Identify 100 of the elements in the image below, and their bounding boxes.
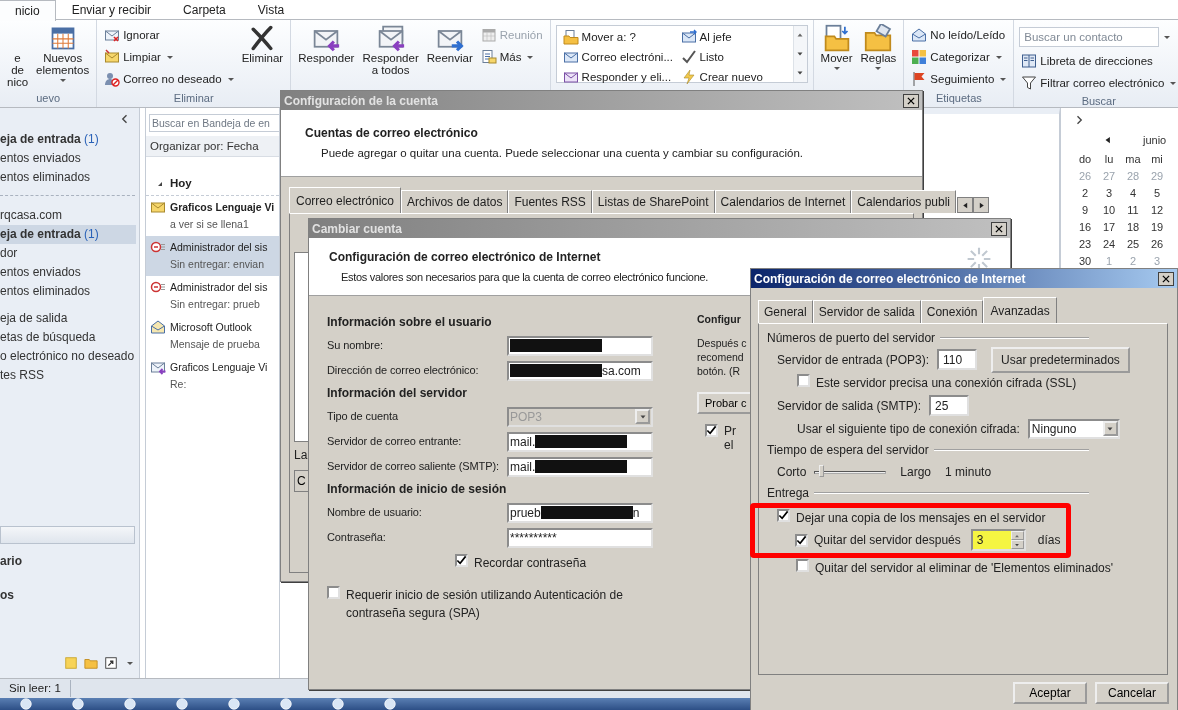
input-field[interactable]: prueb n [507, 502, 653, 523]
close-button[interactable] [991, 221, 1007, 236]
tab[interactable]: Avanzadas [983, 297, 1057, 323]
calendar-day[interactable]: 2 [1073, 184, 1097, 202]
ribbon-button[interactable]: Filtrar correo electrónico [1019, 73, 1178, 93]
app-icon[interactable] [176, 698, 188, 710]
nav-button[interactable]: ario [0, 544, 136, 578]
input-field[interactable] [507, 335, 653, 356]
app-icon[interactable] [332, 698, 344, 710]
dialog-button[interactable]: C [294, 470, 309, 492]
ribbon-button[interactable]: Reglas [858, 23, 899, 71]
tab[interactable]: Conexión [920, 300, 984, 323]
encryption-select[interactable]: Ninguno [1027, 418, 1120, 439]
expand-button[interactable] [793, 63, 807, 82]
slider-track[interactable] [814, 470, 887, 474]
folder-item[interactable]: entos eliminados [0, 168, 136, 187]
calendar-day[interactable]: 23 [1073, 235, 1097, 253]
quick-step[interactable]: Listo [678, 47, 789, 67]
checkbox[interactable] [455, 554, 468, 567]
ribbon-button[interactable]: e de nico [5, 23, 31, 89]
checkbox[interactable] [796, 559, 809, 572]
nav-button[interactable]: os [0, 578, 136, 612]
quick-step[interactable]: Crear nuevo [678, 67, 789, 87]
dialog-button[interactable]: Cancelar [1095, 682, 1169, 704]
calendar-day[interactable]: 26 [1145, 235, 1169, 253]
message-item[interactable]: Administrador del sis Sin entregar: envian [146, 236, 279, 277]
tab[interactable]: Servidor de salida [812, 300, 921, 323]
close-button[interactable] [903, 93, 919, 108]
ribbon-button[interactable]: Nuevos elementos [34, 23, 92, 83]
close-button[interactable] [1158, 271, 1174, 286]
ribbon-tab[interactable]: Carpeta [167, 0, 242, 19]
ribbon-button[interactable]: Ignorar [102, 25, 236, 45]
app-icon[interactable] [280, 698, 292, 710]
tab[interactable]: Listas de SharePoint [591, 190, 715, 213]
port-field[interactable]: 25 [929, 395, 970, 416]
message-item[interactable]: Administrador del sis Sin entregar: prueb [146, 276, 279, 317]
ribbon-tab[interactable]: nicio [0, 0, 56, 21]
message-item[interactable]: Microsoft Outlook Mensaje de prueba [146, 316, 279, 357]
tab[interactable]: Fuentes RSS [508, 190, 592, 213]
contact-search-field[interactable]: Buscar un contacto [1019, 27, 1160, 47]
app-icon[interactable] [20, 698, 32, 710]
search-field[interactable]: Buscar en Bandeja de en [149, 114, 280, 132]
folder-item[interactable]: eja de entrada (1) [0, 130, 136, 149]
checkbox[interactable] [327, 586, 340, 599]
ribbon-button[interactable]: Mover [818, 23, 855, 71]
app-icon[interactable] [124, 698, 136, 710]
folder-item[interactable]: dor [0, 244, 136, 263]
defaults-button[interactable]: Usar predeterminados [991, 346, 1130, 373]
calendar-day[interactable]: 24 [1097, 235, 1121, 253]
folder-item[interactable]: o electrónico no deseado [0, 347, 136, 366]
calendar-day[interactable]: 9 [1073, 201, 1097, 219]
calendar-day[interactable]: 18 [1121, 218, 1145, 236]
ribbon-button[interactable]: Categorizar [909, 47, 1009, 67]
calendar-day[interactable]: 10 [1097, 201, 1121, 219]
checkbox[interactable] [795, 533, 808, 547]
ribbon-button[interactable]: Libreta de direcciones [1019, 51, 1178, 71]
folder-item[interactable]: eja de entrada (1) [0, 225, 136, 244]
calendar-day[interactable]: 17 [1097, 218, 1121, 236]
app-icon[interactable] [72, 698, 84, 710]
checkbox[interactable] [797, 374, 810, 387]
account-item[interactable]: rqcasa.com [0, 206, 136, 225]
quick-step[interactable]: Correo electróni... [560, 47, 671, 67]
calendar-day[interactable]: 30 [1073, 252, 1097, 270]
calendar-day[interactable]: 3 [1097, 184, 1121, 202]
slider-thumb[interactable] [818, 464, 824, 477]
dialog-button[interactable]: Aceptar [1013, 682, 1087, 704]
ribbon-button[interactable]: Eliminar [239, 23, 286, 65]
app-icon[interactable] [228, 698, 240, 710]
folder-item[interactable]: eja de salida [0, 309, 136, 328]
calendar-day[interactable]: 11 [1121, 201, 1145, 219]
input-field[interactable]: ********** [507, 527, 653, 548]
tab[interactable]: Calendarios publi [851, 190, 957, 213]
folder-item[interactable]: entos enviados [0, 149, 136, 168]
ribbon-button[interactable]: Correo no deseado [102, 69, 236, 89]
message-item[interactable]: Graficos Lenguaje Vi a ver si se llena1 [146, 196, 279, 237]
tab[interactable]: General [758, 300, 813, 323]
input-field[interactable]: sa.com [507, 360, 653, 381]
arrange-header[interactable]: Organizar por: Fecha [146, 136, 279, 157]
message-item[interactable]: Graficos Lenguaje Vi Re: [146, 356, 279, 397]
calendar-day[interactable]: 12 [1145, 201, 1169, 219]
ribbon-button[interactable]: Limpiar [102, 47, 236, 67]
calendar-day[interactable]: 5 [1145, 184, 1169, 202]
tab[interactable]: Correo electrónico [289, 187, 402, 213]
folder-item[interactable]: tes RSS [0, 366, 136, 385]
calendar-day[interactable]: 19 [1145, 218, 1169, 236]
input-field[interactable]: mail. [507, 456, 653, 477]
ribbon-button[interactable]: Seguimiento [909, 69, 1009, 89]
scroll-right-button[interactable] [973, 197, 990, 213]
checkbox[interactable] [705, 424, 718, 437]
calendar-day[interactable]: 4 [1121, 184, 1145, 202]
quick-step[interactable]: Al jefe [678, 27, 789, 47]
quick-step[interactable]: Responder y eli... [560, 67, 671, 87]
ribbon-tab[interactable]: Vista [241, 0, 301, 19]
ribbon-button[interactable]: No leído/Leído [909, 25, 1009, 45]
app-icon[interactable] [384, 698, 396, 710]
port-field[interactable]: 110 [937, 349, 978, 370]
number-spinner[interactable]: 3 [970, 529, 1026, 551]
ribbon-button[interactable]: Responder [296, 23, 357, 65]
ribbon-button[interactable]: Responder a todos [360, 23, 421, 77]
folder-item[interactable]: entos enviados [0, 263, 136, 282]
